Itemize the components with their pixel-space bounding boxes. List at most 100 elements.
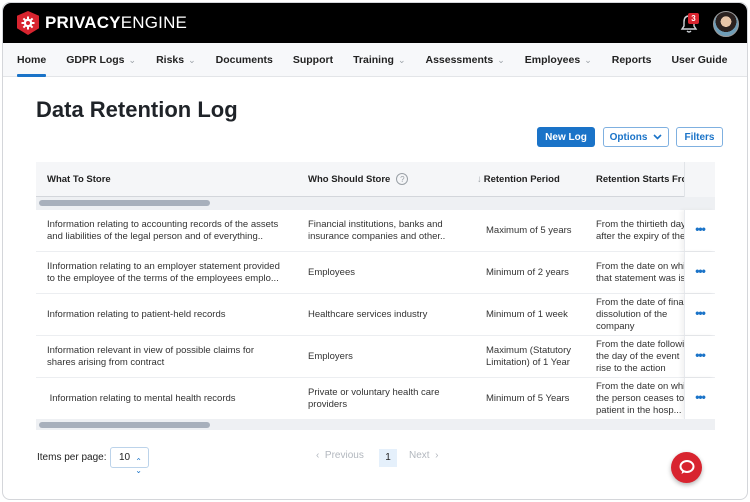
- app-window: PRIVACYENGINE 3 Home GDPR Logs ⌄ Risks ⌄ Docu…: [2, 2, 748, 500]
- nav-item-label: Assessments: [425, 54, 494, 66]
- cell-starts: From the date on whichthe person ceases …: [596, 381, 684, 417]
- chevron-down-icon: ⌄: [397, 55, 406, 65]
- nav-item-gdpr-logs[interactable]: GDPR Logs ⌄: [66, 43, 136, 77]
- column-header-retention-starts-from[interactable]: Retention Starts From: [596, 162, 684, 197]
- cell-line: dissolution of the: [596, 309, 668, 320]
- nav-item-support[interactable]: Support: [293, 43, 333, 77]
- cell-starts: From the date followingthe day of the ev…: [596, 339, 684, 375]
- cell-line: to the employee of the terms of the empl…: [47, 273, 279, 284]
- cell-what: IInformation relating to an employer sta…: [47, 261, 297, 285]
- top-bar: PRIVACYENGINE 3: [3, 3, 747, 43]
- cell-who: Healthcare services industry: [308, 309, 468, 321]
- scrollbar-thumb[interactable]: [39, 422, 210, 428]
- table-row[interactable]: IInformation relating to an employer sta…: [36, 252, 715, 294]
- nav-item-assessments[interactable]: Assessments ⌄: [425, 43, 504, 77]
- nav-item-employees[interactable]: Employees ⌄: [525, 43, 592, 77]
- items-per-page-value: 10: [119, 452, 131, 463]
- actions-column-header: [684, 162, 715, 197]
- cell-who: Employers: [308, 351, 468, 363]
- cell-period: Maximum (Statutory Limitation) of 1 Year: [486, 345, 586, 369]
- items-per-page-label: Items per page:: [37, 452, 107, 463]
- new-log-button[interactable]: New Log: [537, 127, 595, 147]
- table-row[interactable]: Information relevant in view of possible…: [36, 336, 715, 378]
- nav-item-training[interactable]: Training ⌄: [353, 43, 405, 77]
- table-header: What To Store Who Should Store? ↓ Retenti…: [36, 162, 715, 197]
- row-actions-menu-icon[interactable]: •••: [684, 252, 715, 293]
- cell-line: providers: [308, 399, 348, 410]
- cell-line: Information relevant in view of possible…: [47, 345, 254, 356]
- column-header-who-should-store[interactable]: Who Should Store?: [308, 162, 409, 197]
- logo[interactable]: PRIVACYENGINE: [17, 11, 187, 35]
- column-header-retention-period[interactable]: ↓ Retention Period: [477, 162, 560, 197]
- table-row[interactable]: Information relating to patient-held rec…: [36, 294, 715, 336]
- cell-line: IInformation relating to an employer sta…: [47, 261, 280, 272]
- cell-line: Minimum of 2 years: [486, 267, 569, 278]
- cell-line: From the date following: [596, 339, 684, 350]
- horizontal-scrollbar-bottom[interactable]: [36, 419, 715, 430]
- chevron-right-icon: ›: [435, 450, 439, 461]
- main-nav: Home GDPR Logs ⌄ Risks ⌄ Documents Support Trai…: [3, 43, 747, 77]
- cell-line: From the date on which: [596, 261, 684, 272]
- next-page-button[interactable]: Next ›: [409, 450, 438, 461]
- cell-line: Information relating to patient-held rec…: [47, 309, 226, 320]
- nav-item-reports[interactable]: Reports: [612, 43, 652, 77]
- cell-line: Financial institutions, banks and: [308, 219, 443, 230]
- cell-line: Private or voluntary health care: [308, 387, 440, 398]
- cell-period: Minimum of 1 week: [486, 309, 586, 321]
- options-dropdown-button[interactable]: Options: [603, 127, 669, 147]
- cell-line: Employers: [308, 351, 353, 362]
- nav-item-label: GDPR Logs: [66, 54, 125, 66]
- cell-line: From the thirtieth day: [596, 219, 684, 230]
- cell-line: From the date of final: [596, 297, 684, 308]
- cell-line: Minimum of 1 week: [486, 309, 568, 320]
- chat-button[interactable]: [671, 452, 702, 483]
- options-label: Options: [609, 131, 648, 143]
- scrollbar-thumb[interactable]: [39, 200, 210, 206]
- page-1-button[interactable]: 1: [379, 449, 397, 467]
- nav-item-label: Documents: [215, 54, 273, 66]
- row-actions-menu-icon[interactable]: •••: [684, 294, 715, 335]
- user-avatar[interactable]: [713, 11, 739, 37]
- cell-line: Minimum of 5 Years: [486, 393, 570, 404]
- nav-item-documents[interactable]: Documents: [216, 43, 273, 77]
- row-actions-menu-icon[interactable]: •••: [684, 210, 715, 251]
- chat-bubble-icon: [679, 460, 694, 474]
- cell-line: shares arising from contract: [47, 357, 165, 368]
- horizontal-scrollbar-top[interactable]: [36, 197, 715, 210]
- cell-period: Minimum of 2 years: [486, 267, 586, 279]
- column-header-label: Who Should Store: [308, 174, 391, 185]
- nav-item-risks[interactable]: Risks ⌄: [156, 43, 196, 77]
- nav-item-user-guide[interactable]: User Guide: [671, 43, 727, 77]
- table-row[interactable]: Information relating to mental health re…: [36, 378, 715, 420]
- filters-button[interactable]: Filters: [676, 127, 723, 147]
- nav-item-home[interactable]: Home: [17, 43, 47, 77]
- cell-line: From the date on which: [596, 381, 684, 392]
- brand-name: PRIVACYENGINE: [45, 13, 188, 32]
- cell-starts: From the date on whichthat statement was…: [596, 261, 684, 285]
- row-actions-menu-icon[interactable]: •••: [684, 378, 715, 419]
- nav-item-label: Home: [17, 54, 47, 66]
- cell-line: Employees: [308, 267, 355, 278]
- retention-table: What To Store Who Should Store? ↓ Retenti…: [36, 162, 715, 430]
- chevron-down-icon: ⌄: [188, 55, 196, 65]
- chevron-left-icon: ‹: [316, 450, 320, 461]
- cell-who: Private or voluntary health care provider…: [308, 387, 468, 411]
- cell-starts: From the date of final dissolution of the…: [596, 297, 684, 333]
- previous-page-button[interactable]: ‹ Previous: [316, 450, 364, 461]
- help-icon[interactable]: ?: [396, 173, 409, 186]
- cell-what: Information relating to accounting recor…: [47, 219, 297, 243]
- cell-line: Healthcare services industry: [308, 309, 428, 320]
- cell-line: the person ceases to: [596, 393, 684, 404]
- row-actions-menu-icon[interactable]: •••: [684, 336, 715, 377]
- column-header-label: Retention Period: [483, 174, 560, 185]
- nav-item-label: Support: [292, 54, 334, 66]
- notification-badge: 3: [688, 13, 699, 24]
- gear-shield-icon: [17, 11, 39, 35]
- column-header-what-to-store[interactable]: What To Store: [47, 162, 111, 197]
- previous-label: Previous: [324, 450, 364, 461]
- nav-item-label: Training: [353, 54, 394, 66]
- table-row[interactable]: Information relating to accounting recor…: [36, 210, 715, 252]
- cell-line: that statement was is: [596, 273, 684, 284]
- next-label: Next: [409, 450, 430, 461]
- items-per-page-select[interactable]: 10 ⌃ ⌄: [110, 447, 149, 475]
